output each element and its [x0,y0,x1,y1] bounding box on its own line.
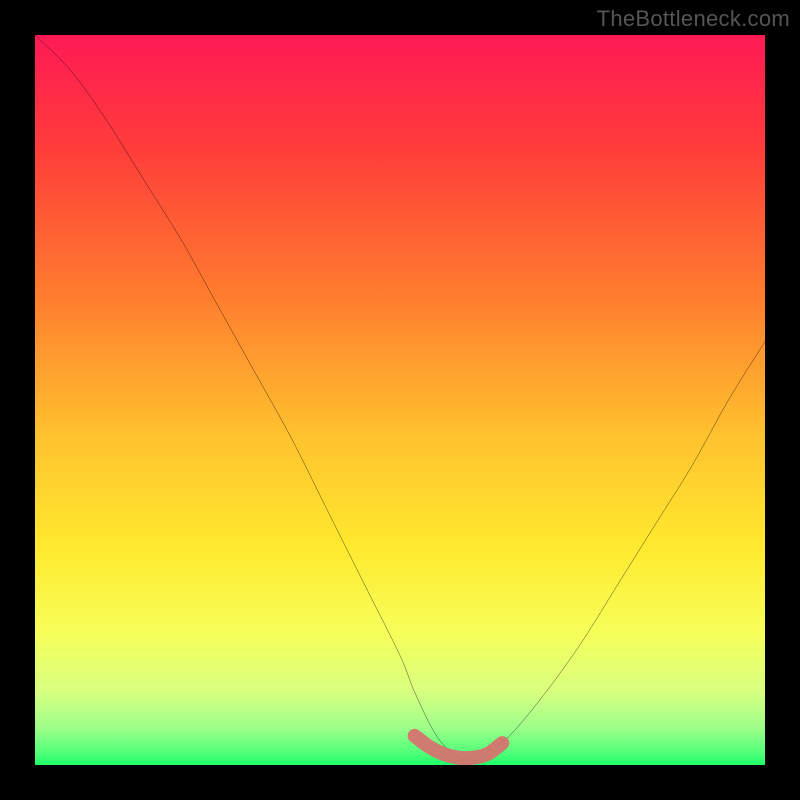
curve-layer [35,35,765,765]
plot-area [35,35,765,765]
valley-highlight [415,736,503,758]
watermark-text: TheBottleneck.com [597,6,790,32]
chart-frame: TheBottleneck.com [0,0,800,800]
bottleneck-curve [35,35,765,760]
